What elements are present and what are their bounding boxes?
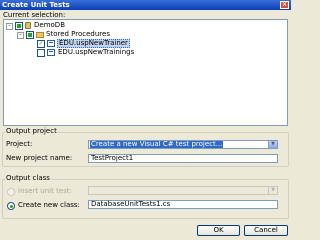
close-icon[interactable]: × [280,1,289,9]
insert-unit-test-label: Insert unit test: [18,187,72,195]
tree-node-label: DemoDB [34,21,65,29]
create-new-class-label: Create new class: [18,201,80,209]
output-class-title: Output class [5,174,51,183]
tree-node-label: EDU.uspNewTrainings [58,48,135,56]
tree-node-label: Stored Procedures [46,30,110,38]
insert-unit-test-radio[interactable] [7,188,15,196]
output-class-group [2,179,289,219]
new-project-name-input[interactable]: TestProject1 [88,154,278,163]
checkbox-stored-procedures[interactable] [26,31,34,39]
tree-node-label: EDU.uspNewTrainer [57,39,130,48]
current-selection-label: Current selection: [3,11,66,19]
stored-procedure-icon [47,40,55,47]
window-title: Create Unit Tests [2,1,70,9]
create-new-class-input[interactable]: DatabaseUnitTests1.cs [88,200,278,209]
create-new-class-radio[interactable] [7,202,15,210]
chevron-down-icon[interactable]: ▼ [268,187,277,194]
cancel-button[interactable]: Cancel [244,225,288,236]
checkbox-demodb[interactable] [15,22,23,30]
checkbox-uspnewtrainings[interactable] [37,49,45,57]
project-dropdown[interactable]: Create a new Visual C# test project... ▼ [88,140,278,149]
folder-icon [36,32,44,38]
title-bar: Create Unit Tests × [0,0,291,10]
collapse-icon[interactable]: - [6,23,13,30]
checkbox-uspnewtrainer[interactable]: ✓ [37,40,45,48]
stored-procedure-icon [47,49,55,56]
project-label: Project: [6,140,33,148]
insert-unit-test-dropdown[interactable]: ▼ [88,186,278,195]
selection-tree[interactable]: - DemoDB - Stored Procedures ✓ EDU.uspNe… [3,19,288,126]
collapse-icon[interactable]: - [17,32,24,39]
ok-button[interactable]: OK [197,225,240,236]
new-project-name-label: New project name: [6,154,73,162]
output-project-title: Output project [5,127,58,136]
project-dropdown-value: Create a new Visual C# test project... [90,140,224,148]
chevron-down-icon[interactable]: ▼ [268,141,277,148]
database-icon [25,22,31,29]
